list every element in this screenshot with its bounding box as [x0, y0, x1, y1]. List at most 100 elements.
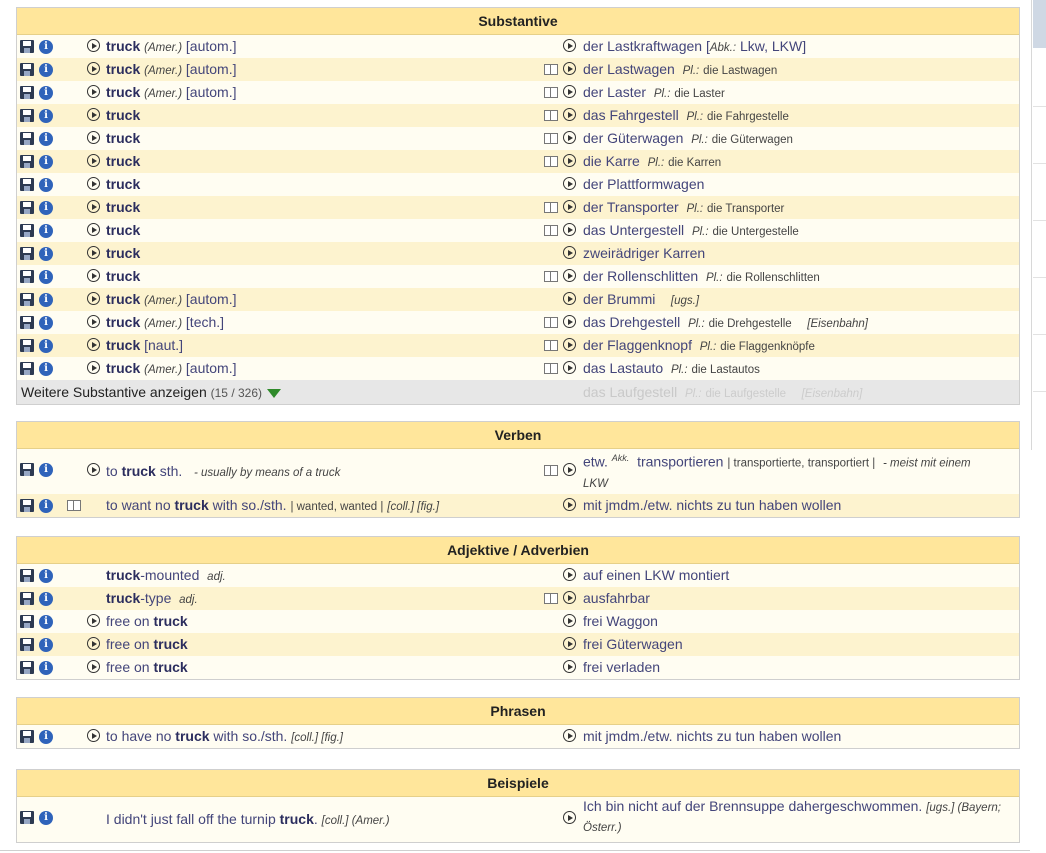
conjugation-book-icon[interactable] [544, 64, 558, 75]
play-audio-icon[interactable] [563, 154, 576, 167]
save-icon[interactable] [20, 339, 34, 352]
play-audio-icon[interactable] [563, 637, 576, 650]
conjugation-book-icon[interactable] [67, 500, 81, 511]
play-audio-icon[interactable] [563, 811, 576, 824]
play-audio-icon[interactable] [563, 361, 576, 374]
noun-left[interactable]: truck [106, 104, 140, 127]
noun-right[interactable]: der Lastwagen Pl.: die Lastwagen [583, 58, 777, 83]
play-audio-icon[interactable] [87, 315, 100, 328]
noun-left[interactable]: truck (Amer.) [tech.] [106, 311, 224, 336]
info-icon[interactable]: i [39, 63, 53, 77]
noun-right[interactable]: der Flaggenknopf Pl.: die Flaggenknöpfe [583, 334, 815, 359]
info-icon[interactable]: i [39, 270, 53, 284]
info-icon[interactable]: i [39, 178, 53, 192]
save-icon[interactable] [20, 615, 34, 628]
play-audio-icon[interactable] [563, 177, 576, 190]
info-icon[interactable]: i [39, 109, 53, 123]
play-audio-icon[interactable] [87, 62, 100, 75]
info-icon[interactable]: i [39, 499, 53, 513]
info-icon[interactable]: i [39, 132, 53, 146]
play-audio-icon[interactable] [563, 131, 576, 144]
play-audio-icon[interactable] [563, 246, 576, 259]
noun-right[interactable]: der Plattformwagen [583, 173, 704, 196]
play-audio-icon[interactable] [563, 729, 576, 742]
save-icon[interactable] [20, 293, 34, 306]
save-icon[interactable] [20, 40, 34, 53]
conjugation-book-icon[interactable] [544, 156, 558, 167]
noun-right[interactable]: das Drehgestell Pl.: die Drehgestelle [E… [583, 311, 868, 336]
play-audio-icon[interactable] [87, 292, 100, 305]
play-audio-icon[interactable] [87, 39, 100, 52]
play-audio-icon[interactable] [87, 177, 100, 190]
adjective-left[interactable]: free on truck [106, 656, 188, 679]
conjugation-book-icon[interactable] [544, 202, 558, 213]
play-audio-icon[interactable] [87, 85, 100, 98]
save-icon[interactable] [20, 499, 34, 512]
adjective-left[interactable]: free on truck [106, 633, 188, 656]
scrollbar-track[interactable] [1031, 0, 1046, 450]
noun-left[interactable]: truck [106, 127, 140, 150]
noun-left[interactable]: truck [106, 242, 140, 265]
conjugation-book-icon[interactable] [544, 340, 558, 351]
conjugation-book-icon[interactable] [544, 363, 558, 374]
info-icon[interactable]: i [39, 615, 53, 629]
noun-left[interactable]: truck (Amer.) [autom.] [106, 357, 237, 382]
adjective-left[interactable]: truck-type adj. [106, 587, 198, 612]
play-audio-icon[interactable] [563, 85, 576, 98]
adjective-left[interactable]: free on truck [106, 610, 188, 633]
save-icon[interactable] [20, 730, 34, 743]
play-audio-icon[interactable] [563, 498, 576, 511]
info-icon[interactable]: i [39, 316, 53, 330]
info-icon[interactable]: i [39, 86, 53, 100]
adjective-right[interactable]: frei Waggon [583, 610, 658, 633]
play-audio-icon[interactable] [563, 591, 576, 604]
play-audio-icon[interactable] [87, 637, 100, 650]
save-icon[interactable] [20, 661, 34, 674]
conjugation-book-icon[interactable] [544, 317, 558, 328]
save-icon[interactable] [20, 132, 34, 145]
info-icon[interactable]: i [39, 40, 53, 54]
play-audio-icon[interactable] [563, 338, 576, 351]
example-left[interactable]: I didn't just fall off the turnip truck.… [106, 808, 390, 833]
noun-right[interactable]: das Untergestell Pl.: die Untergestelle [583, 219, 799, 244]
play-audio-icon[interactable] [563, 614, 576, 627]
save-icon[interactable] [20, 592, 34, 605]
noun-left[interactable]: truck [106, 173, 140, 196]
save-icon[interactable] [20, 201, 34, 214]
save-icon[interactable] [20, 638, 34, 651]
play-audio-icon[interactable] [87, 729, 100, 742]
info-icon[interactable]: i [39, 155, 53, 169]
show-more-button[interactable]: Weitere Substantive anzeigen (15 / 326) [21, 380, 282, 405]
noun-left[interactable]: truck [naut.] [106, 334, 183, 357]
noun-left[interactable]: truck [106, 265, 140, 288]
play-audio-icon[interactable] [563, 223, 576, 236]
save-icon[interactable] [20, 270, 34, 283]
noun-right[interactable]: zweirädriger Karren [583, 242, 705, 265]
noun-left[interactable]: truck (Amer.) [autom.] [106, 288, 237, 313]
conjugation-book-icon[interactable] [544, 87, 558, 98]
show-more-row[interactable]: Weitere Substantive anzeigen (15 / 326) … [17, 380, 1019, 404]
noun-right[interactable]: der Lastkraftwagen [Abk.: Lkw, LKW] [583, 35, 806, 60]
info-icon[interactable]: i [39, 201, 53, 215]
noun-left[interactable]: truck (Amer.) [autom.] [106, 81, 237, 106]
noun-left[interactable]: truck [106, 196, 140, 219]
scrollbar-thumb[interactable] [1033, 0, 1046, 48]
info-icon[interactable]: i [39, 362, 53, 376]
play-audio-icon[interactable] [87, 223, 100, 236]
play-audio-icon[interactable] [563, 660, 576, 673]
expand-arrow-icon[interactable] [267, 388, 282, 398]
info-icon[interactable]: i [39, 293, 53, 307]
play-audio-icon[interactable] [87, 108, 100, 121]
noun-right[interactable]: der Güterwagen Pl.: die Güterwagen [583, 127, 793, 152]
play-audio-icon[interactable] [87, 154, 100, 167]
info-icon[interactable]: i [39, 224, 53, 238]
info-icon[interactable]: i [39, 638, 53, 652]
save-icon[interactable] [20, 316, 34, 329]
play-audio-icon[interactable] [563, 292, 576, 305]
save-icon[interactable] [20, 362, 34, 375]
conjugation-book-icon[interactable] [544, 465, 558, 476]
play-audio-icon[interactable] [87, 463, 100, 476]
save-icon[interactable] [20, 109, 34, 122]
save-icon[interactable] [20, 63, 34, 76]
save-icon[interactable] [20, 155, 34, 168]
